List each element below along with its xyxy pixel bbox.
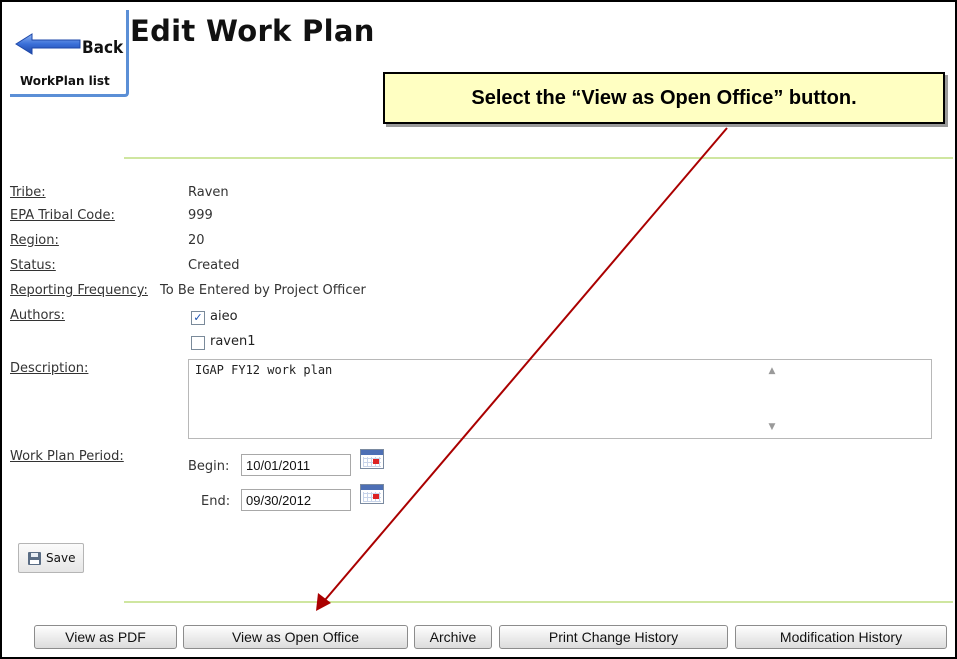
annotation-arrow [316, 127, 728, 611]
